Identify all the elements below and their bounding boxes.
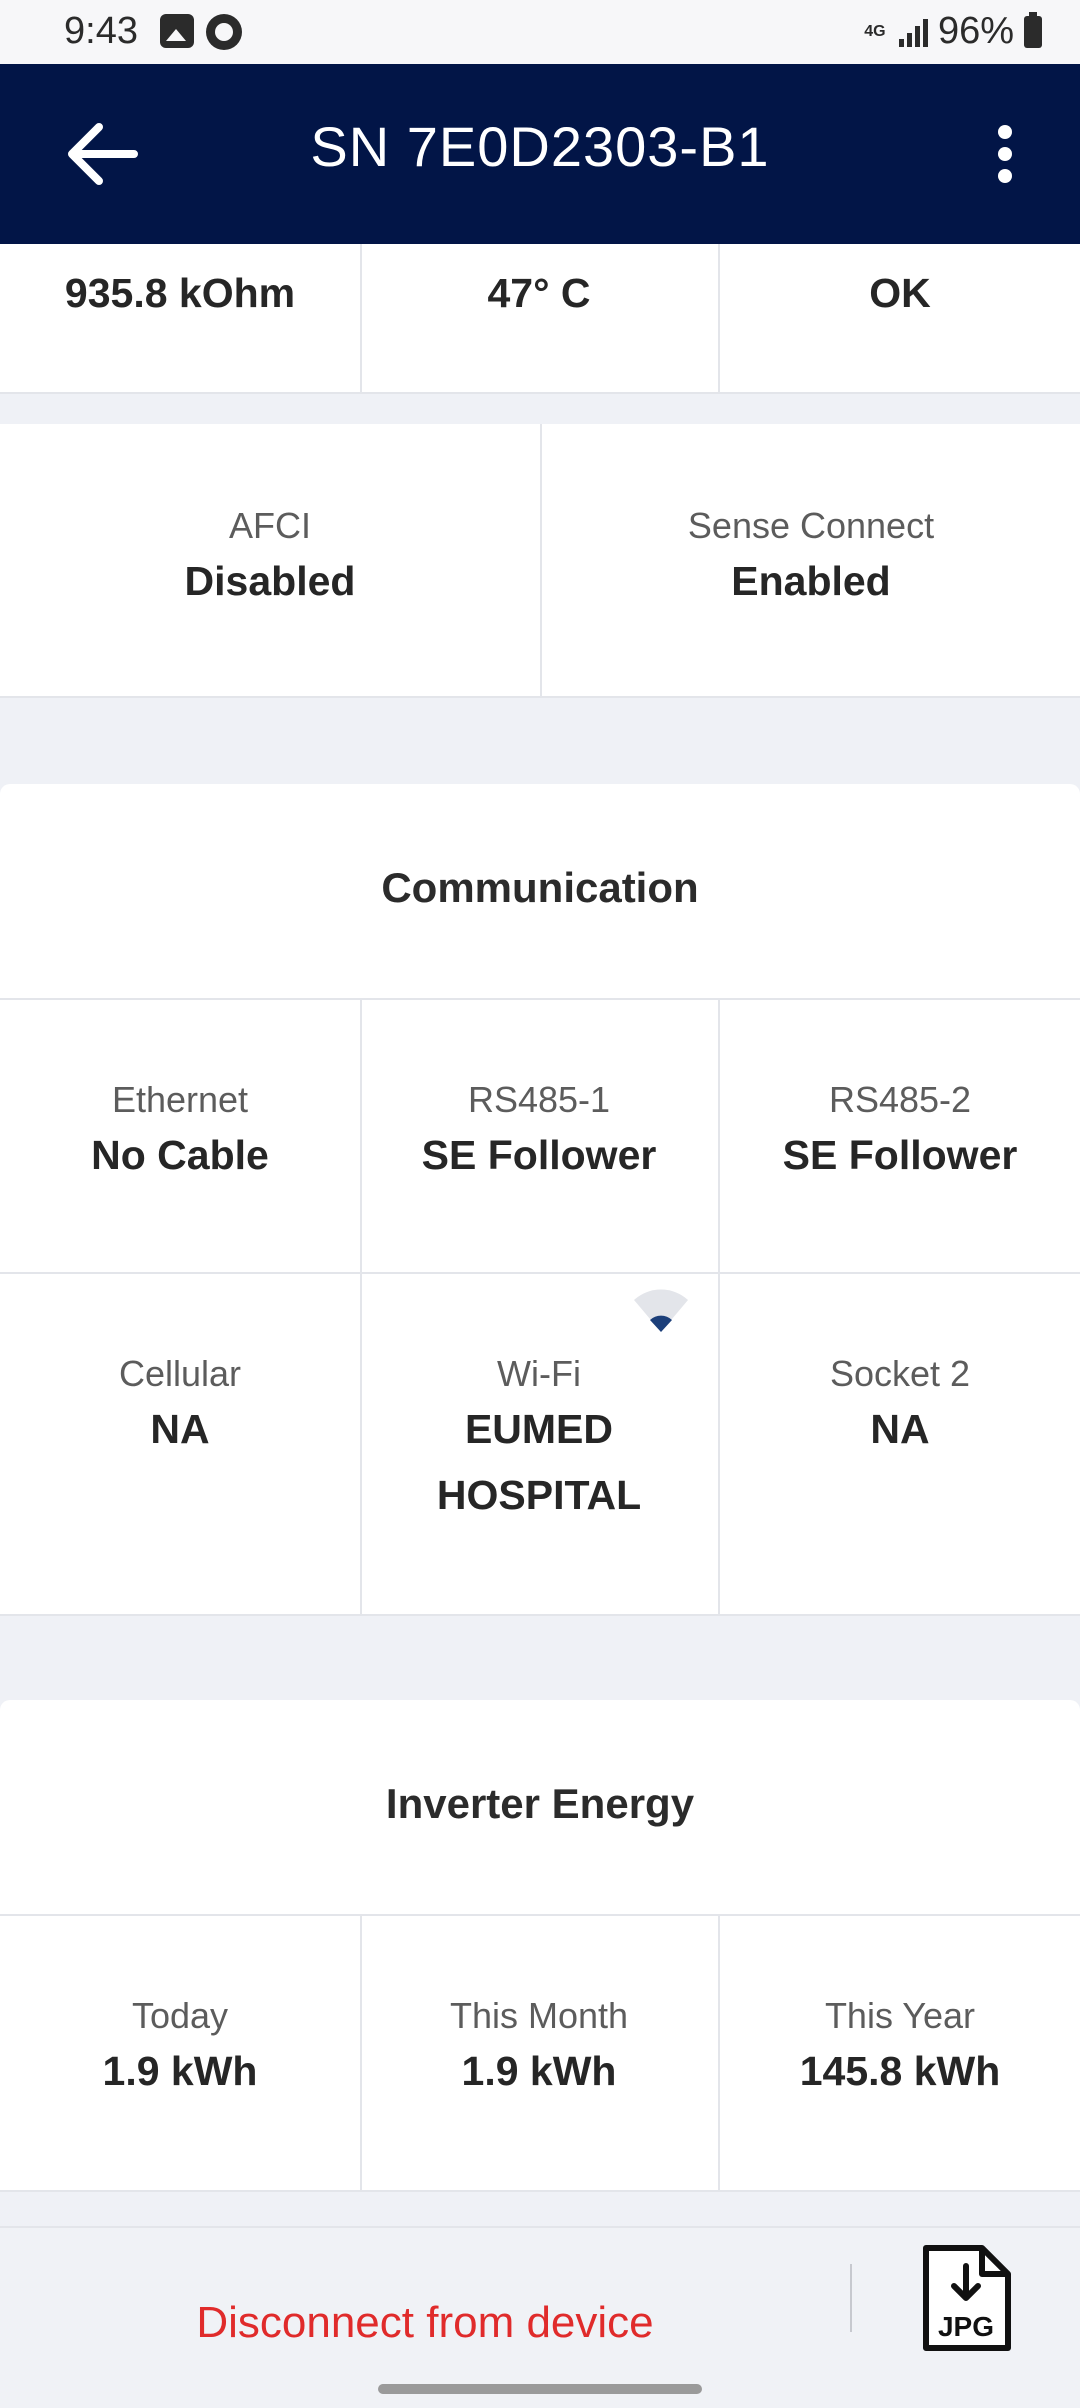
ethernet-value: No Cable [91,1132,269,1178]
sense-connect-label: Sense Connect [687,505,935,546]
energy-year-value: 145.8 kWh [799,2048,1001,2094]
battery-icon [1024,11,1042,48]
rs485-2-cell: RS485-2 SE Follower [720,1078,1080,1188]
afci-cell: AFCI Disabled [0,504,540,614]
wifi-value-line2: HOSPITAL [436,1472,642,1518]
home-indicator[interactable] [378,2384,702,2394]
rs485-1-cell: RS485-1 SE Follower [360,1078,718,1188]
rs485-2-label: RS485-2 [828,1079,972,1120]
afci-label: AFCI [228,505,311,546]
afci-value: Disabled [184,558,356,604]
sense-connect-cell: Sense Connect Enabled [542,504,1080,614]
battery-percent: 96% [937,10,1014,52]
ethernet-label: Ethernet [111,1079,249,1120]
sense-connect-value: Enabled [731,558,891,604]
wifi-value: EUMED [464,1406,614,1452]
jpg-label: JPG [938,2311,994,2342]
app-bar: SN 7E0D2303-B1 [0,64,1080,244]
jpg-download-icon: JPG [923,2245,1011,2351]
safety-card: AFCI Disabled Sense Connect Enabled [0,424,1080,698]
energy-year-label: This Year [824,1995,976,2036]
energy-today-value: 1.9 kWh [102,2048,258,2094]
wifi-cell: Wi-Fi EUMED HOSPITAL [360,1352,718,1528]
status-cell-isolation: 935.8 kOhm [0,260,360,326]
wifi-label: Wi-Fi [497,1353,581,1394]
inverter-energy-card: Inverter Energy Today 1.9 kWh This Month… [0,1700,1080,2192]
signal-icon [898,17,928,47]
communication-title: Communication [381,864,699,911]
status-value: 935.8 kOhm [64,270,296,316]
status-time: 9:43 [64,10,138,52]
status-right: 4G 96% [861,10,1042,53]
more-options-button[interactable] [980,119,1030,189]
energy-month-value: 1.9 kWh [461,2048,617,2094]
network-type: 4G [864,22,886,40]
status-row-card: 935.8 kOhm 47° C OK [0,244,1080,394]
energy-month-cell: This Month 1.9 kWh [360,1994,718,2104]
bottom-action-bar: Disconnect from device JPG [0,2226,1080,2408]
ethernet-cell: Ethernet No Cable [0,1078,360,1188]
socket-2-label: Socket 2 [829,1353,971,1394]
cellular-label: Cellular [118,1353,242,1394]
energy-year-cell: This Year 145.8 kWh [720,1994,1080,2104]
bottom-divider [850,2264,852,2332]
wifi-icon [634,1289,688,1332]
gallery-icon [160,14,194,48]
status-notification-icons [160,14,242,50]
export-jpg-button[interactable]: JPG [920,2244,1012,2352]
energy-today-label: Today [131,1995,229,2036]
socket-2-value: NA [870,1406,930,1452]
energy-today-cell: Today 1.9 kWh [0,1994,360,2104]
inverter-energy-title: Inverter Energy [385,1780,695,1827]
rs485-1-label: RS485-1 [467,1079,611,1120]
cellular-value: NA [150,1406,210,1452]
rs485-1-value: SE Follower [421,1132,657,1178]
disconnect-button[interactable]: Disconnect from device [0,2298,850,2348]
status-cell-temperature: 47° C [360,260,718,326]
cellular-cell: Cellular NA [0,1352,360,1462]
status-value: 47° C [487,270,591,316]
more-vert-icon [998,125,1012,139]
energy-month-label: This Month [449,1995,629,2036]
rs485-2-value: SE Follower [782,1132,1018,1178]
app-notification-icon [206,14,242,50]
page-title: SN 7E0D2303-B1 [310,115,770,178]
status-bar: 9:43 4G 96% [0,0,1080,64]
status-cell-state: OK [720,260,1080,326]
status-value: OK [869,270,931,316]
communication-card: Communication Ethernet No Cable RS485-1 … [0,784,1080,1616]
socket-2-cell: Socket 2 NA [720,1352,1080,1462]
